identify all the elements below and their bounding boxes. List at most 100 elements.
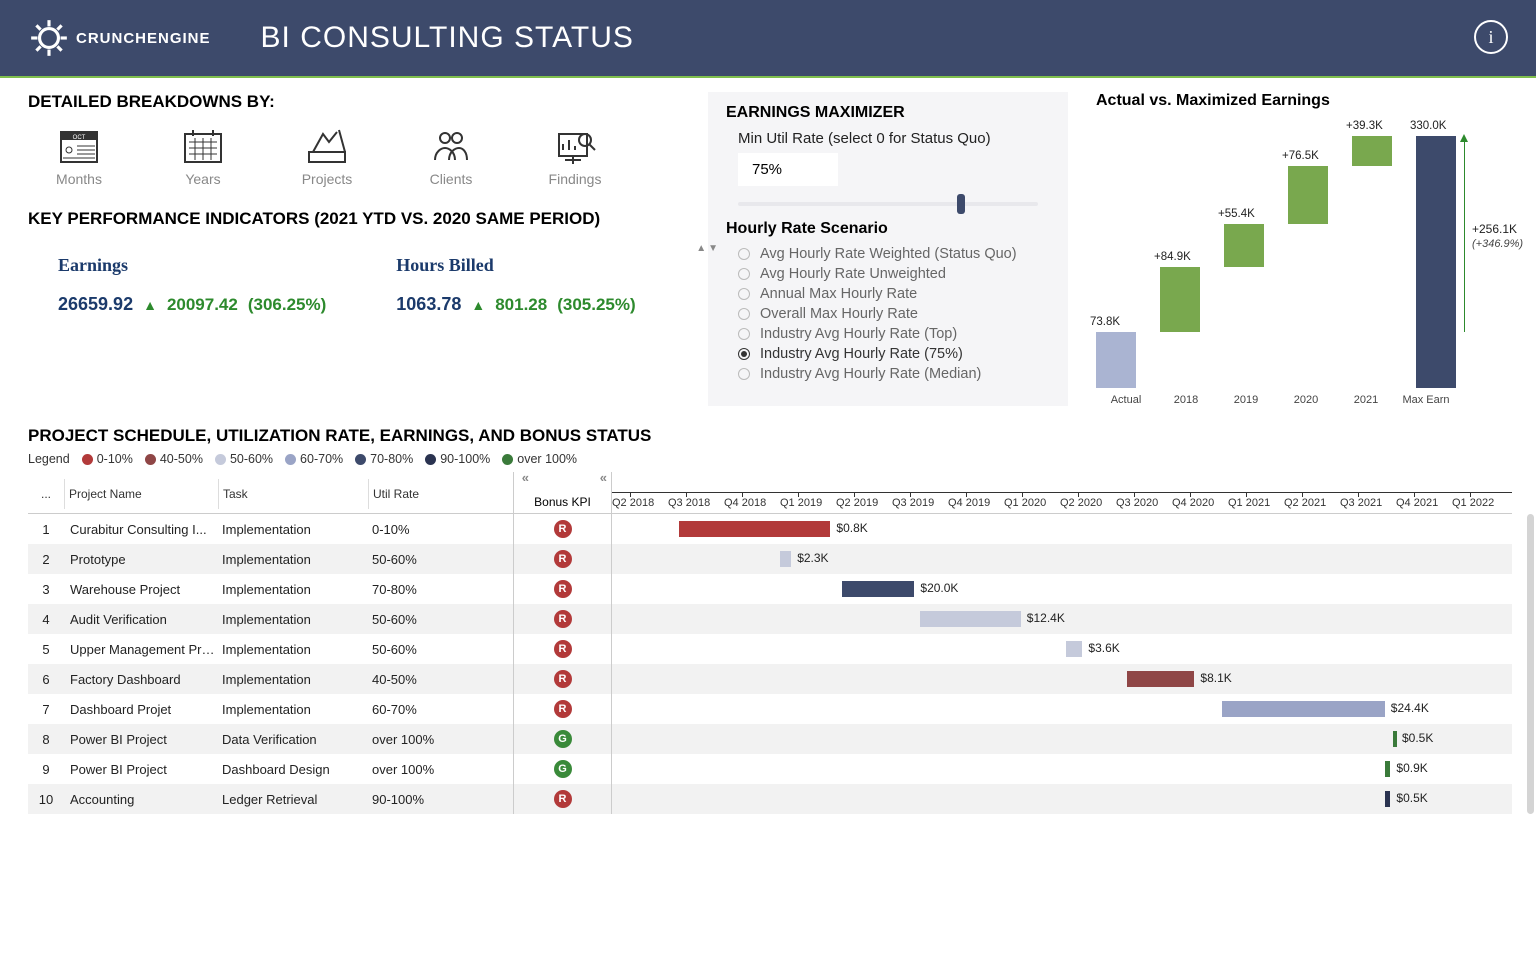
table-row[interactable]: 1Curabitur Consulting I...Implementation… — [28, 514, 513, 544]
gantt-bar-row: $8.1K — [612, 664, 1512, 694]
gantt-bar-row: $2.3K — [612, 544, 1512, 574]
radio-icon — [738, 348, 750, 360]
wf-label-2020: +76.5K — [1282, 150, 1319, 162]
gantt-bar — [780, 551, 791, 567]
project-name: Warehouse Project — [64, 582, 218, 597]
rate-option-3[interactable]: Overall Max Hourly Rate — [726, 304, 1050, 324]
gantt-bar-row: $20.0K — [612, 574, 1512, 604]
legend-over 100%: over 100% — [502, 452, 577, 466]
bonus-badge: R — [554, 640, 572, 658]
col-header-project[interactable]: Project Name — [64, 479, 218, 509]
svg-text:OCT: OCT — [73, 135, 86, 141]
util-rate: 0-10% — [368, 522, 494, 537]
rate-option-4[interactable]: Industry Avg Hourly Rate (Top) — [726, 324, 1050, 344]
timeline-label: Q3 2018 — [668, 497, 710, 509]
bonus-badge: R — [554, 550, 572, 568]
table-row[interactable]: 9Power BI ProjectDashboard Designover 10… — [28, 754, 513, 784]
project-schedule-panel: PROJECT SCHEDULE, UTILIZATION RATE, EARN… — [28, 426, 1536, 814]
gantt-value: $12.4K — [1027, 611, 1065, 625]
gantt-value: $20.0K — [920, 581, 958, 595]
breakdown-clients[interactable]: Clients — [406, 124, 496, 187]
table-row[interactable]: 2PrototypeImplementation50-60% — [28, 544, 513, 574]
min-util-rate-input[interactable]: 75% — [738, 153, 838, 186]
table-row[interactable]: 8Power BI ProjectData Verificationover 1… — [28, 724, 513, 754]
bonus-badge: G — [554, 760, 572, 778]
col-header-util[interactable]: Util Rate — [368, 479, 494, 509]
table-row[interactable]: 5Upper Management Pro...Implementation50… — [28, 634, 513, 664]
table-row[interactable]: 3Warehouse ProjectImplementation70-80% — [28, 574, 513, 604]
kpi-title: KEY PERFORMANCE INDICATORS (2021 YTD VS.… — [28, 209, 638, 229]
rate-option-0[interactable]: Avg Hourly Rate Weighted (Status Quo) — [726, 244, 1050, 264]
info-button[interactable]: i — [1474, 20, 1508, 54]
kpi-sort-asc-icon[interactable]: ▲ — [696, 243, 706, 254]
task-name: Implementation — [218, 702, 368, 717]
slider-thumb[interactable] — [957, 194, 965, 214]
bonus-cell: R — [514, 694, 611, 724]
breakdowns-title: DETAILED BREAKDOWNS BY: — [28, 92, 718, 112]
breakdown-findings[interactable]: Findings — [530, 124, 620, 187]
table-row[interactable]: 7Dashboard ProjetImplementation60-70% — [28, 694, 513, 724]
wf-total-change: +256.1K(+346.9%) — [1472, 222, 1523, 250]
gantt-bar — [842, 581, 915, 597]
bonus-cell: R — [514, 574, 611, 604]
util-rate: 50-60% — [368, 642, 494, 657]
col-header-bonus[interactable]: Bonus KPI — [514, 472, 611, 514]
gantt-value: $0.5K — [1396, 791, 1427, 805]
radio-icon — [738, 308, 750, 320]
bonus-cell: R — [514, 664, 611, 694]
timeline-label: Q3 2020 — [1116, 497, 1158, 509]
breakdown-nav: OCT Months Years Projects Clients Findin… — [28, 120, 718, 191]
kpi-card-earnings: Earnings 26659.92 ▲ 20097.42 (306.25%) — [58, 255, 326, 315]
timeline-label: Q2 2018 — [612, 497, 654, 509]
legend-70-80%: 70-80% — [355, 452, 413, 466]
table-row[interactable]: 10AccountingLedger Retrieval90-100% — [28, 784, 513, 814]
gantt-bar — [1385, 761, 1391, 777]
col-header-num[interactable]: ... — [28, 479, 64, 509]
kpi-card-hours: Hours Billed 1063.78 ▲ 801.28 (305.25%) — [396, 255, 635, 315]
breakdown-projects[interactable]: Projects — [282, 124, 372, 187]
rate-option-6[interactable]: Industry Avg Hourly Rate (Median) — [726, 364, 1050, 384]
kpi-earnings-label: Earnings — [58, 255, 326, 276]
breakdown-months[interactable]: OCT Months — [34, 124, 124, 187]
earnings-maximizer-panel: EARNINGS MAXIMIZER Min Util Rate (select… — [708, 92, 1068, 406]
legend-50-60%: 50-60% — [215, 452, 273, 466]
trend-up-icon: ▲ — [143, 297, 157, 313]
project-name: Dashboard Projet — [64, 702, 218, 717]
breakdown-years[interactable]: Years — [158, 124, 248, 187]
radio-icon — [738, 248, 750, 260]
kpi-hours-current: 1063.78 — [396, 294, 461, 315]
util-rate-slider[interactable] — [738, 202, 1038, 206]
col-header-task[interactable]: Task — [218, 479, 368, 509]
util-rate: over 100% — [368, 732, 494, 747]
timeline-label: Q4 2019 — [948, 497, 990, 509]
gear-icon — [28, 17, 70, 59]
radio-icon — [738, 268, 750, 280]
radio-icon — [738, 328, 750, 340]
bonus-cell: R — [514, 784, 611, 814]
rate-option-5[interactable]: Industry Avg Hourly Rate (75%) — [726, 344, 1050, 364]
collapse-bonus-icon[interactable]: « — [600, 470, 607, 485]
project-name: Accounting — [64, 792, 218, 807]
brand-logo: CRUNCHENGINE — [28, 17, 211, 59]
gantt-bar — [1393, 731, 1397, 747]
rate-scenario-title: Hourly Rate Scenario — [726, 220, 1050, 238]
rate-option-2[interactable]: Annual Max Hourly Rate — [726, 284, 1050, 304]
rate-option-1[interactable]: Avg Hourly Rate Unweighted — [726, 264, 1050, 284]
kpi-sort-desc-icon[interactable]: ▼ — [708, 243, 718, 254]
gantt-timeline-pane[interactable]: Q2 2018Q3 2018Q4 2018Q1 2019Q2 2019Q3 20… — [612, 472, 1536, 814]
legend-90-100%: 90-100% — [425, 452, 490, 466]
gantt-value: $0.9K — [1396, 761, 1427, 775]
util-rate: over 100% — [368, 762, 494, 777]
schedule-legend: Legend 0-10%40-50%50-60%60-70%70-80%90-1… — [28, 452, 1536, 466]
util-rate: 70-80% — [368, 582, 494, 597]
timeline-label: Q3 2019 — [892, 497, 934, 509]
task-name: Dashboard Design — [218, 762, 368, 777]
gantt-container: ... Project Name Task Util Rate « 1Curab… — [28, 472, 1536, 814]
legend-40-50%: 40-50% — [145, 452, 203, 466]
table-row[interactable]: 4Audit VerificationImplementation50-60% — [28, 604, 513, 634]
task-name: Ledger Retrieval — [218, 792, 368, 807]
gantt-vertical-scrollbar[interactable] — [1527, 514, 1534, 814]
table-row[interactable]: 6Factory DashboardImplementation40-50% — [28, 664, 513, 694]
timeline-label: Q1 2022 — [1452, 497, 1494, 509]
brand-text: CRUNCHENGINE — [76, 30, 211, 47]
